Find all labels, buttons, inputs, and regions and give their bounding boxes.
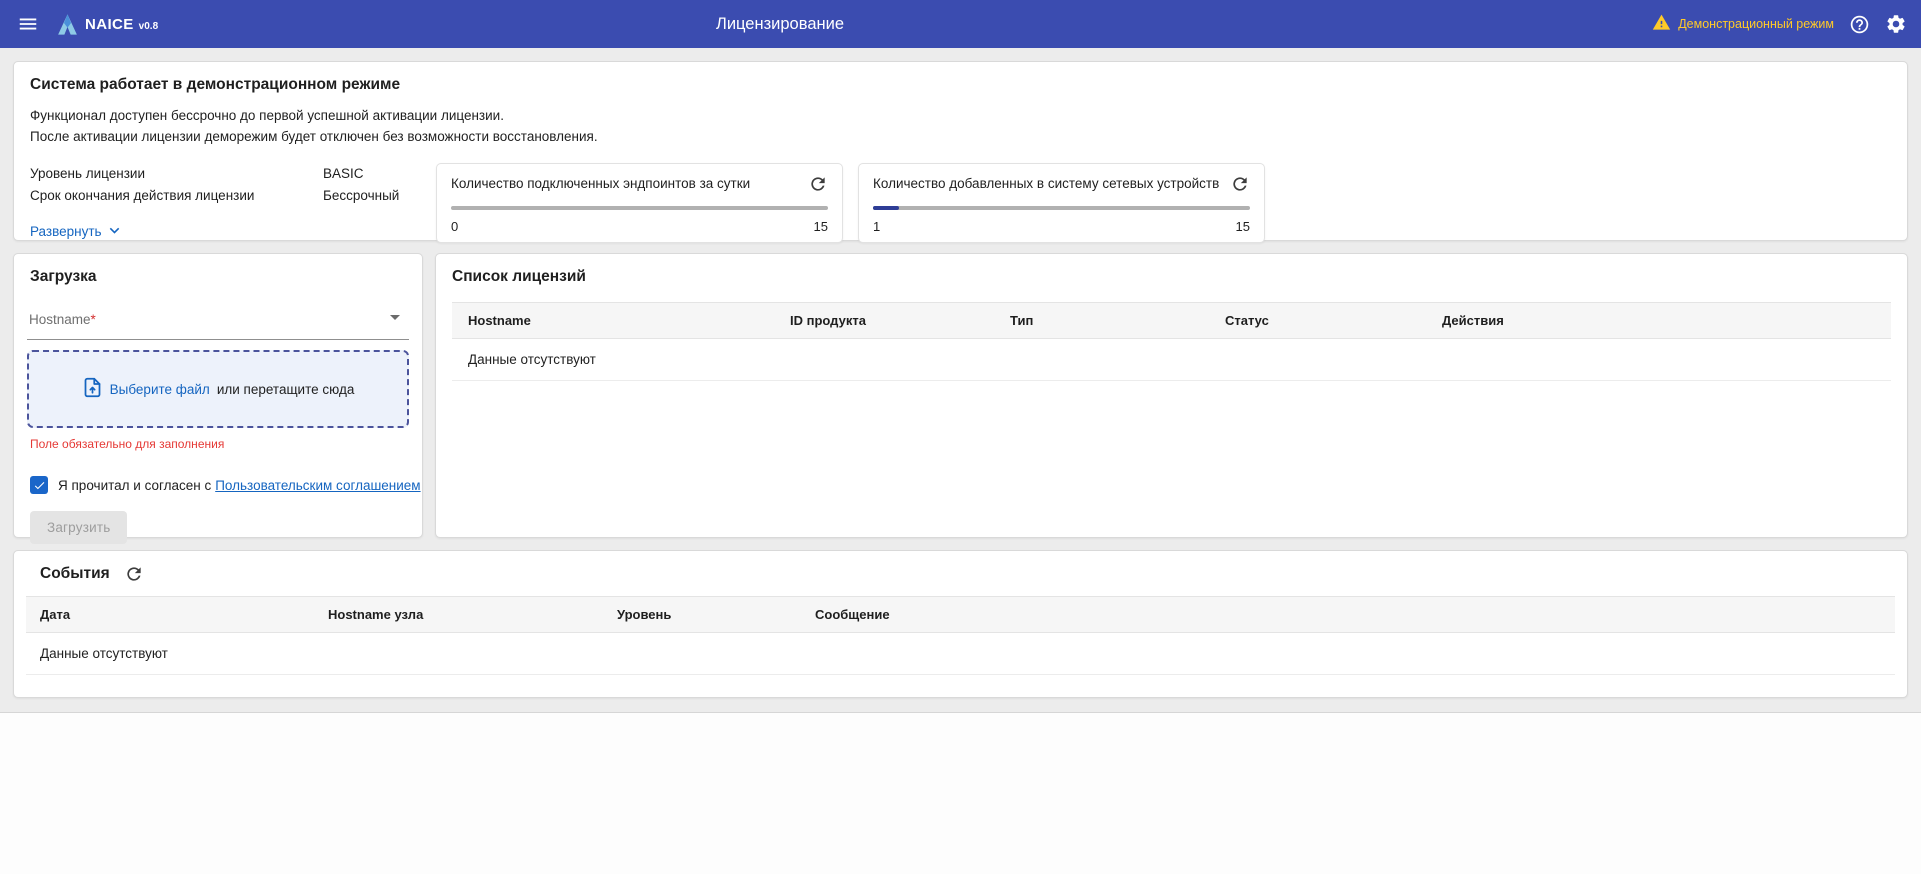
demo-mode-badge: Демонстрационный режим (1652, 13, 1834, 35)
endpoints-progress-bar (451, 206, 828, 210)
upload-card-title: Загрузка (30, 268, 409, 286)
warning-icon (1652, 13, 1671, 35)
brand: NAICE v0.8 (55, 12, 158, 37)
empty-text: Данные отсутствуют (26, 646, 168, 661)
column-header-status: Статус (1209, 313, 1426, 328)
column-header-actions: Действия (1426, 313, 1891, 328)
page-title: Лицензирование (716, 0, 844, 48)
demo-mode-label: Демонстрационный режим (1678, 17, 1834, 31)
agreement-row: Я прочитал и согласен с Пользовательским… (30, 476, 409, 494)
chevron-down-icon (105, 221, 124, 243)
column-header-level: Уровень (603, 607, 801, 622)
dropzone-text: или перетащите сюда (217, 382, 355, 397)
dropdown-arrow-icon (383, 305, 407, 334)
refresh-icon[interactable] (1230, 174, 1250, 194)
events-table: Дата Hostname узла Уровень Сообщение Дан… (26, 596, 1895, 675)
demo-mode-card: Система работает в демонстрационном режи… (13, 61, 1908, 241)
column-header-node-hostname: Hostname узла (314, 607, 603, 622)
naice-logo (55, 12, 80, 37)
hostname-select[interactable]: Hostname* (27, 300, 409, 340)
devices-metric-label: Количество добавленных в систему сетевых… (873, 176, 1219, 191)
agreement-label: Я прочитал и согласен с (58, 478, 211, 493)
column-header-date: Дата (26, 607, 314, 622)
license-fields: Уровень лицензии BASIC Срок окончания де… (30, 163, 436, 243)
licenses-table-header: Hostname ID продукта Тип Статус Действия (452, 302, 1891, 339)
brand-name: NAICE (85, 16, 134, 33)
upload-card: Загрузка Hostname* (13, 253, 423, 538)
hostname-select-label: Hostname (29, 312, 91, 327)
brand-version: v0.8 (139, 21, 158, 32)
menu-icon[interactable] (14, 10, 42, 38)
license-expiry-row: Срок окончания действия лицензии Бессроч… (30, 188, 436, 203)
file-dropzone[interactable]: Выберите файл или перетащите сюда (27, 350, 409, 428)
column-header-hostname: Hostname (452, 313, 774, 328)
license-expiry-value: Бессрочный (323, 188, 399, 203)
endpoints-metric-label: Количество подключенных эндпоинтов за су… (451, 176, 750, 191)
demo-card-line2: После активации лицензии деморежим будет… (30, 127, 1891, 148)
license-level-row: Уровень лицензии BASIC (30, 166, 436, 181)
events-empty-row: Данные отсутствуют (26, 633, 1895, 675)
license-level-label: Уровень лицензии (30, 166, 323, 181)
help-icon[interactable] (1849, 14, 1870, 35)
app-page: NAICE v0.8 Лицензирование Демонстрационн… (0, 0, 1921, 874)
events-card: События Дата Hostname узла Уровень Сообщ… (13, 550, 1908, 698)
demo-card-details: Уровень лицензии BASIC Срок окончания де… (30, 163, 1891, 243)
endpoints-metric-card: Количество подключенных эндпоинтов за су… (436, 163, 843, 243)
licenses-card: Список лицензий Hostname ID продукта Тип… (435, 253, 1908, 538)
column-header-product-id: ID продукта (774, 313, 994, 328)
expand-button[interactable]: Развернуть (30, 221, 124, 243)
demo-card-title: Система работает в демонстрационном режи… (30, 76, 1891, 94)
licenses-empty-row: Данные отсутствуют (452, 339, 1891, 381)
devices-min-value: 1 (873, 219, 880, 234)
choose-file-link[interactable]: Выберите файл (110, 382, 210, 397)
empty-text: Данные отсутствуют (452, 352, 596, 367)
endpoints-max-value: 15 (814, 219, 828, 234)
demo-card-line1: Функционал доступен бессрочно до первой … (30, 106, 1891, 127)
upload-button[interactable]: Загрузить (30, 511, 127, 544)
devices-metric-card: Количество добавленных в систему сетевых… (858, 163, 1265, 243)
devices-progress-bar (873, 206, 1250, 210)
refresh-icon[interactable] (808, 174, 828, 194)
topbar-actions: Демонстрационный режим (1652, 13, 1907, 35)
refresh-icon[interactable] (124, 564, 144, 584)
validation-error: Поле обязательно для заполнения (30, 437, 409, 451)
events-card-title: События (40, 565, 110, 583)
upload-file-icon (82, 377, 103, 401)
column-header-message: Сообщение (801, 607, 1895, 622)
licenses-card-title: Список лицензий (452, 268, 1891, 286)
column-header-type: Тип (994, 313, 1209, 328)
agreement-link[interactable]: Пользовательским соглашением (215, 478, 420, 493)
settings-icon[interactable] (1885, 13, 1907, 35)
endpoints-min-value: 0 (451, 219, 458, 234)
agreement-checkbox[interactable] (30, 476, 48, 494)
top-bar: NAICE v0.8 Лицензирование Демонстрационн… (0, 0, 1921, 48)
expand-label: Развернуть (30, 224, 102, 239)
license-level-value: BASIC (323, 166, 364, 181)
devices-max-value: 15 (1236, 219, 1250, 234)
required-asterisk: * (91, 312, 96, 327)
events-table-header: Дата Hostname узла Уровень Сообщение (26, 596, 1895, 633)
licenses-table: Hostname ID продукта Тип Статус Действия… (452, 302, 1891, 381)
main-content: Система работает в демонстрационном режи… (0, 48, 1921, 711)
page-footer (0, 712, 1921, 874)
license-expiry-label: Срок окончания действия лицензии (30, 188, 323, 203)
